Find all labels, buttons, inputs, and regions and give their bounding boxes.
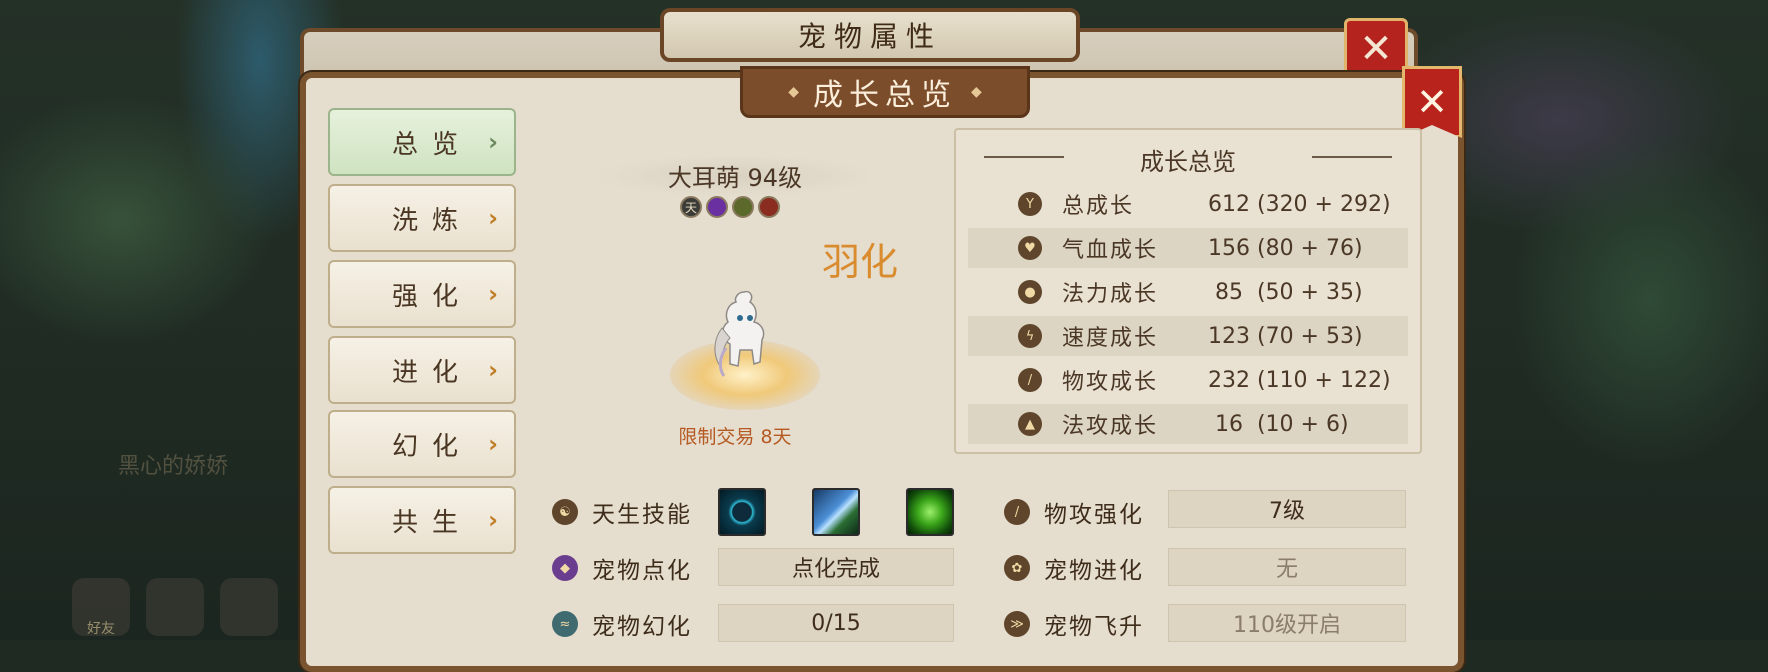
- pet-display: 大耳萌 94级 天 羽化 限制交易 8天: [560, 140, 910, 448]
- close-icon: ✕: [1416, 80, 1448, 124]
- pet-ascension-mark: 羽化: [822, 240, 899, 284]
- stat-value: 85 (50 + 35): [1208, 279, 1363, 305]
- wing-icon: ≫: [1004, 611, 1030, 637]
- close-icon: ✕: [1359, 26, 1393, 72]
- stat-row-hp-growth: ♥ 气血成长 156 (80 + 76): [968, 228, 1408, 268]
- stat-label: 物攻成长: [1062, 370, 1159, 395]
- back-window-title-plate: 宠物属性: [660, 8, 1080, 62]
- tab-refine[interactable]: 洗炼 ›: [328, 184, 516, 252]
- chat-icon[interactable]: [146, 578, 204, 636]
- mana-growth-icon: ●: [1018, 280, 1042, 304]
- ring-skill-icon[interactable]: [718, 488, 766, 536]
- pet-illusion-value[interactable]: 0/15: [718, 604, 954, 642]
- stat-value: 232 (110 + 122): [1208, 367, 1391, 393]
- growth-stats-title: 成长总览: [1140, 148, 1236, 176]
- pet-badges: 天: [680, 196, 780, 218]
- chevron-right-icon: ›: [488, 280, 498, 308]
- enchant-gem-icon: ◆: [552, 555, 578, 581]
- stat-value: 16 (10 + 6): [1208, 411, 1349, 437]
- background-player-name: 黑心的娇娇: [118, 454, 229, 479]
- total-growth-icon: Y: [1018, 192, 1042, 216]
- back-window-close-button[interactable]: ✕: [1344, 18, 1408, 80]
- chevron-right-icon: ›: [488, 506, 498, 534]
- trade-limit-text: 限制交易 8天: [678, 426, 792, 448]
- chevron-right-icon: ›: [488, 430, 498, 458]
- stat-value: 612 (320 + 292): [1208, 191, 1391, 217]
- stat-value: 156 (80 + 76): [1208, 235, 1363, 261]
- hp-growth-icon: ♥: [1018, 236, 1042, 260]
- pet-ascend-label: 宠物飞升: [1044, 614, 1144, 640]
- diamond-ornament-icon: ◆: [788, 84, 799, 100]
- pet-enchant-label: 宠物点化: [592, 558, 692, 584]
- stat-row-magic-attack-growth: ▲ 法攻成长 16 (10 + 6): [968, 404, 1408, 444]
- friends-label: 好友: [87, 621, 115, 637]
- sword-icon: /: [1004, 499, 1030, 525]
- illusion-badge-icon[interactable]: [732, 196, 754, 218]
- tab-label: 共生: [392, 507, 473, 538]
- voice-icon[interactable]: [220, 578, 278, 636]
- poison-skill-icon[interactable]: [906, 488, 954, 536]
- phys-enhance-label: 物攻强化: [1044, 502, 1144, 528]
- stat-label: 气血成长: [1062, 238, 1159, 263]
- pet-ascend-value[interactable]: 110级开启: [1168, 604, 1406, 642]
- enchant-badge-icon[interactable]: [706, 196, 728, 218]
- speed-growth-icon: ϟ: [1018, 324, 1042, 348]
- title-ornament-right: [1312, 156, 1392, 158]
- innate-badge-icon[interactable]: 天: [680, 196, 702, 218]
- innate-skills-label: 天生技能: [592, 502, 692, 528]
- pet-evolve-label: 宠物进化: [1044, 558, 1144, 584]
- chevron-right-icon: ›: [488, 356, 498, 384]
- paw-icon: ✿: [1004, 555, 1030, 581]
- chevron-right-icon: ›: [488, 204, 498, 232]
- growth-stats-panel: 成长总览 Y 总成长 612 (320 + 292) ♥ 气血成长 156 (8…: [954, 128, 1422, 454]
- tab-evolve[interactable]: 进化 ›: [328, 336, 516, 404]
- pet-model[interactable]: [710, 288, 780, 384]
- stat-label: 法攻成长: [1062, 414, 1159, 439]
- diamond-ornament-icon: ◆: [971, 84, 982, 100]
- pet-enchant-value[interactable]: 点化完成: [718, 548, 954, 586]
- tab-symbiosis[interactable]: 共生 ›: [328, 486, 516, 554]
- tab-label: 进化: [392, 357, 473, 388]
- stat-row-total-growth: Y 总成长 612 (320 + 292): [968, 184, 1408, 224]
- crown-badge-icon[interactable]: [758, 196, 780, 218]
- stat-row-speed-growth: ϟ 速度成长 123 (70 + 53): [968, 316, 1408, 356]
- stat-label: 总成长: [1062, 194, 1135, 219]
- friends-icon[interactable]: 好友: [72, 578, 130, 637]
- tab-enhance[interactable]: 强化 ›: [328, 260, 516, 328]
- tab-label: 洗炼: [392, 205, 473, 236]
- pet-evolve-value[interactable]: 无: [1168, 548, 1406, 586]
- illusion-icon: ≈: [552, 611, 578, 637]
- stat-label: 速度成长: [1062, 326, 1159, 351]
- back-window-title: 宠物属性: [797, 20, 942, 53]
- tab-label: 幻化: [392, 431, 473, 462]
- tab-label: 总览: [392, 129, 473, 160]
- tab-label: 强化: [392, 281, 473, 312]
- stat-value: 123 (70 + 53): [1208, 323, 1363, 349]
- stat-label: 法力成长: [1062, 282, 1159, 307]
- tab-overview[interactable]: 总览 ›: [328, 108, 516, 176]
- window-title: 成长总览: [813, 78, 957, 113]
- window-title-plate: ◆ 成长总览 ◆: [740, 66, 1030, 118]
- blade-skill-icon[interactable]: [812, 488, 860, 536]
- magic-attack-growth-icon: ▲: [1018, 412, 1042, 436]
- pet-name: 大耳萌 94级: [667, 164, 803, 192]
- phys-attack-growth-icon: /: [1018, 368, 1042, 392]
- chevron-right-icon: ›: [488, 128, 498, 156]
- stat-row-mana-growth: ● 法力成长 85 (50 + 35): [968, 272, 1408, 312]
- stat-row-phys-attack-growth: / 物攻成长 232 (110 + 122): [968, 360, 1408, 400]
- tab-illusion[interactable]: 幻化 ›: [328, 410, 516, 478]
- pet-illusion-label: 宠物幻化: [592, 614, 692, 640]
- phys-enhance-value[interactable]: 7级: [1168, 490, 1406, 528]
- yin-yang-icon: ☯: [552, 499, 578, 525]
